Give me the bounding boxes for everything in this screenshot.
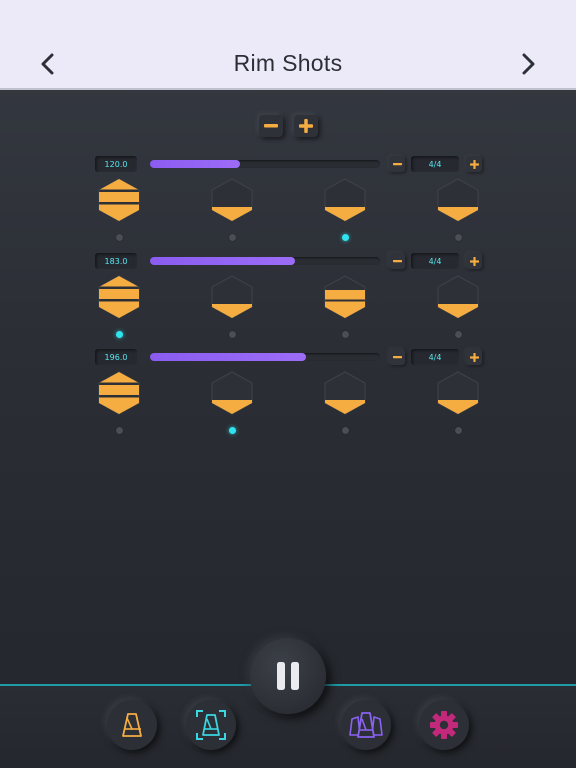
hexagon-beat-icon bbox=[437, 371, 479, 415]
beat-indicator-dot bbox=[228, 427, 236, 434]
signature-decrease-button[interactable] bbox=[389, 156, 405, 172]
time-signature-field[interactable]: 4/4 bbox=[411, 156, 459, 172]
multi-metronome-icon bbox=[349, 712, 383, 738]
next-preset-button[interactable] bbox=[514, 50, 542, 78]
focus-metronome-button[interactable] bbox=[186, 700, 236, 750]
beat-indicator-dot bbox=[228, 234, 236, 241]
plus-icon bbox=[299, 119, 313, 133]
pause-icon bbox=[277, 662, 299, 690]
time-signature-field[interactable]: 4/4 bbox=[411, 253, 459, 269]
add-track-button[interactable] bbox=[294, 115, 318, 137]
beat-accent-toggle[interactable] bbox=[98, 178, 140, 222]
tempo-slider[interactable] bbox=[150, 257, 380, 265]
settings-button[interactable] bbox=[419, 700, 469, 750]
plus-icon bbox=[469, 159, 479, 169]
beat-accent-toggle[interactable] bbox=[211, 178, 253, 222]
beat-indicator-dot bbox=[454, 234, 462, 241]
pause-button[interactable] bbox=[250, 638, 326, 714]
multi-metronome-button[interactable] bbox=[341, 700, 391, 750]
beat-indicator-dot bbox=[341, 234, 349, 241]
tempo-slider-fill bbox=[150, 353, 307, 361]
time-signature-field[interactable]: 4/4 bbox=[411, 349, 459, 365]
signature-decrease-button[interactable] bbox=[389, 349, 405, 365]
hexagon-beat-icon bbox=[211, 178, 253, 222]
beat-accent-toggle[interactable] bbox=[211, 275, 253, 319]
hexagon-beat-icon bbox=[324, 178, 366, 222]
hexagon-beat-icon bbox=[437, 178, 479, 222]
beat-accent-toggle[interactable] bbox=[98, 275, 140, 319]
beat-accent-toggle[interactable] bbox=[98, 371, 140, 415]
beat-accent-toggle[interactable] bbox=[324, 178, 366, 222]
plus-icon bbox=[469, 256, 479, 266]
hexagon-beat-icon bbox=[211, 371, 253, 415]
beat-indicator-dot bbox=[341, 427, 349, 434]
plus-icon bbox=[469, 352, 479, 362]
page-title: Rim Shots bbox=[233, 50, 343, 76]
hexagon-beat-icon bbox=[98, 275, 140, 319]
beat-indicator-dot bbox=[454, 331, 462, 338]
remove-track-button[interactable] bbox=[259, 115, 283, 137]
tempo-slider[interactable] bbox=[150, 353, 380, 361]
beat-accent-toggle[interactable] bbox=[437, 371, 479, 415]
tempo-field[interactable]: 120.0 bbox=[95, 156, 137, 172]
beat-accent-toggle[interactable] bbox=[437, 178, 479, 222]
tempo-field[interactable]: 183.0 bbox=[95, 253, 137, 269]
signature-increase-button[interactable] bbox=[466, 156, 482, 172]
minus-icon bbox=[264, 124, 278, 128]
beat-accent-toggle[interactable] bbox=[211, 371, 253, 415]
chevron-right-icon bbox=[522, 53, 535, 75]
tempo-slider[interactable] bbox=[150, 160, 380, 168]
minus-icon bbox=[392, 355, 402, 358]
hexagon-beat-icon bbox=[324, 371, 366, 415]
hexagon-beat-icon bbox=[98, 178, 140, 222]
hexagon-beat-icon bbox=[437, 275, 479, 319]
minus-icon bbox=[392, 259, 402, 262]
beat-indicator-dot bbox=[454, 427, 462, 434]
hexagon-beat-icon bbox=[98, 371, 140, 415]
beat-indicator-dot bbox=[228, 331, 236, 338]
gear-icon bbox=[430, 711, 458, 739]
beat-indicator-dot bbox=[115, 331, 123, 338]
beat-indicator-dot bbox=[115, 234, 123, 241]
header-bar: Rim Shots bbox=[0, 0, 576, 90]
metronome-icon bbox=[122, 713, 142, 737]
tempo-field[interactable]: 196.0 bbox=[95, 349, 137, 365]
tempo-slider-fill bbox=[150, 257, 295, 265]
beat-accent-toggle[interactable] bbox=[324, 275, 366, 319]
beat-accent-toggle[interactable] bbox=[324, 371, 366, 415]
tempo-slider-fill bbox=[150, 160, 240, 168]
beat-indicator-dot bbox=[341, 331, 349, 338]
signature-increase-button[interactable] bbox=[466, 349, 482, 365]
focus-metronome-icon bbox=[196, 710, 226, 740]
beat-accent-toggle[interactable] bbox=[437, 275, 479, 319]
metronome-button[interactable] bbox=[107, 700, 157, 750]
hexagon-beat-icon bbox=[324, 275, 366, 319]
minus-icon bbox=[392, 162, 402, 165]
beat-indicator-dot bbox=[115, 427, 123, 434]
signature-decrease-button[interactable] bbox=[389, 253, 405, 269]
hexagon-beat-icon bbox=[211, 275, 253, 319]
signature-increase-button[interactable] bbox=[466, 253, 482, 269]
